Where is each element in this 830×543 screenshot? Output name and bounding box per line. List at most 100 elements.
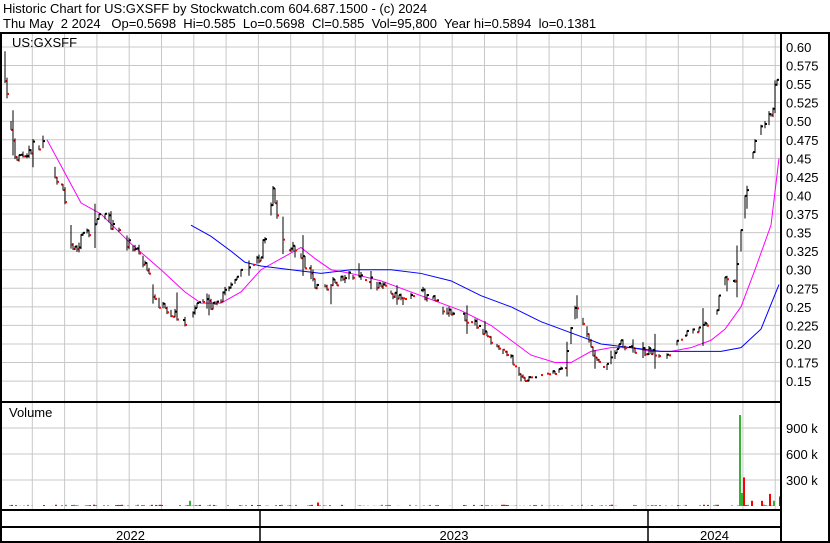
volume-bar — [27, 504, 29, 506]
close-tick — [411, 294, 413, 297]
volume-bar — [85, 505, 87, 506]
price-bars — [4, 51, 779, 383]
volume-bar — [747, 504, 749, 506]
volume-bar — [591, 505, 593, 506]
close-tick — [707, 324, 709, 327]
close-tick — [155, 297, 157, 300]
volume-bar — [485, 505, 487, 506]
close-tick — [693, 328, 695, 331]
volume-bar — [707, 504, 709, 506]
close-tick — [625, 347, 627, 350]
volume-tick-label: 300 k — [786, 473, 818, 488]
volume-bar — [295, 504, 297, 506]
close-tick — [499, 347, 501, 350]
symbol-label: US:GXSFF — [12, 35, 77, 50]
close-tick — [159, 306, 161, 309]
close-tick — [295, 249, 297, 252]
volume-bar — [581, 504, 583, 506]
volume-bar — [43, 505, 45, 506]
chart-frame — [0, 32, 830, 543]
close-tick — [265, 238, 267, 241]
close-tick — [327, 288, 329, 291]
volume-bar — [741, 493, 743, 506]
volume-bar — [743, 477, 745, 506]
volume-bar — [557, 505, 559, 506]
volume-bar — [141, 505, 143, 506]
close-tick — [571, 327, 573, 330]
close-tick — [491, 341, 493, 344]
close-tick — [135, 247, 137, 250]
volume-bar — [771, 505, 773, 506]
price-tick-label: 0.15 — [786, 374, 811, 389]
volume-bar — [137, 504, 139, 506]
close-tick — [467, 321, 469, 324]
volume-bar — [155, 504, 157, 506]
close-tick — [699, 326, 701, 329]
close-tick — [385, 284, 387, 287]
close-tick — [719, 294, 721, 297]
volume-bar — [11, 504, 13, 506]
year-label: 2022 — [116, 528, 145, 543]
close-tick — [761, 125, 763, 128]
volume-bar — [715, 504, 717, 506]
close-tick — [283, 238, 285, 241]
volume-bar — [245, 505, 247, 506]
close-tick — [667, 353, 669, 356]
year-label: 2023 — [440, 528, 469, 543]
volume-bar — [89, 505, 91, 506]
close-tick — [677, 339, 679, 342]
volume-bars — [9, 415, 781, 506]
close-tick — [83, 231, 85, 234]
close-tick — [361, 274, 363, 277]
volume-bar — [115, 505, 117, 506]
close-tick — [659, 355, 661, 358]
close-tick — [43, 140, 45, 143]
volume-bar — [763, 504, 765, 506]
close-tick — [405, 298, 407, 301]
close-tick — [607, 362, 609, 365]
price-tick-label: 0.225 — [786, 318, 819, 333]
volume-bar — [311, 504, 313, 506]
close-tick — [507, 354, 509, 357]
close-tick — [477, 326, 479, 329]
close-tick — [535, 376, 537, 379]
volume-bar — [745, 505, 747, 506]
close-tick — [99, 213, 101, 216]
close-tick — [345, 277, 347, 280]
close-tick — [567, 350, 569, 353]
volume-bar — [737, 505, 739, 506]
volume-bar — [717, 504, 719, 506]
price-tick-label: 0.20 — [786, 337, 811, 352]
price-tick-label: 0.425 — [786, 170, 819, 185]
close-tick — [349, 271, 351, 274]
volume-bar — [317, 502, 319, 506]
volume-bar — [185, 505, 187, 506]
volume-bar — [463, 504, 465, 506]
volume-bar — [251, 504, 253, 506]
close-tick — [681, 338, 683, 341]
volume-bar — [381, 504, 383, 506]
volume-bar — [103, 505, 105, 506]
volume-bar — [659, 505, 661, 506]
price-tick-label: 0.40 — [786, 188, 811, 203]
volume-bar — [121, 504, 123, 506]
price-tick-label: 0.175 — [786, 356, 819, 371]
volume-bar — [257, 505, 259, 506]
price-tick-label: 0.30 — [786, 263, 811, 278]
chart-svg: 0.60 0.575 0.55 0.525 0.50 0.475 0.45 0.425 0.40… — [0, 32, 830, 543]
volume-bar — [93, 504, 95, 506]
volume-bar — [213, 504, 215, 506]
volume-bar — [65, 504, 67, 506]
close-tick — [129, 239, 131, 242]
volume-bar — [197, 505, 199, 506]
volume-bar — [385, 505, 387, 506]
close-tick — [577, 307, 579, 310]
close-tick — [217, 300, 219, 303]
year-label: 2024 — [700, 528, 729, 543]
close-tick — [645, 353, 647, 356]
volume-tick-label: 900 k — [786, 421, 818, 436]
volume-bar — [389, 505, 391, 506]
gridlines — [0, 33, 781, 510]
volume-bar — [95, 505, 97, 506]
volume-bar — [143, 505, 145, 506]
